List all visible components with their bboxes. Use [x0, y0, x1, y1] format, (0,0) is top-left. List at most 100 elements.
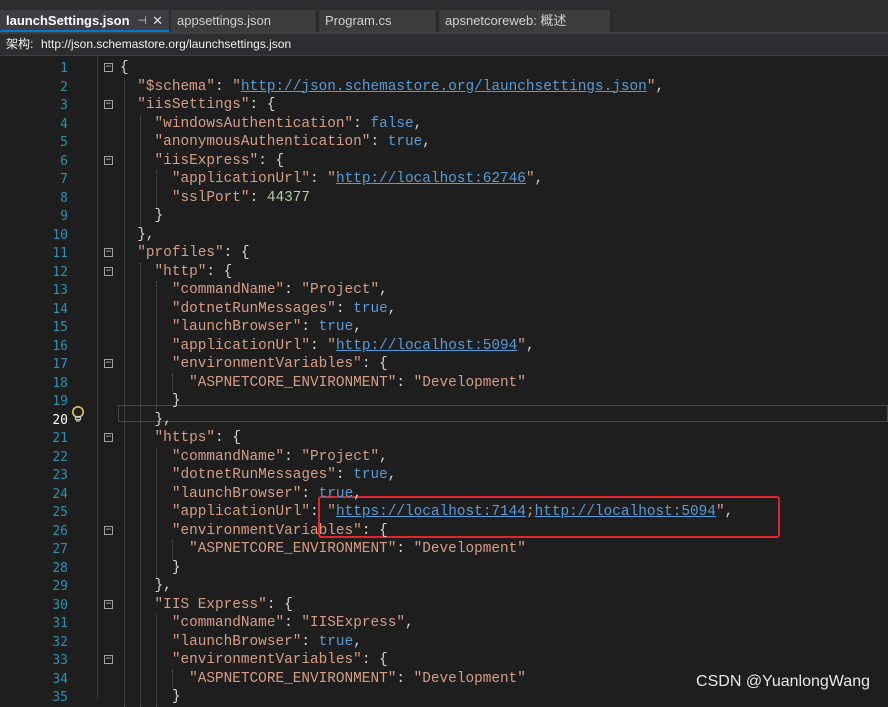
line-number: 16 — [52, 338, 68, 354]
code-line[interactable]: 32 "launchBrowser": true, — [0, 633, 888, 652]
line-number: 25 — [52, 505, 68, 520]
code-text: }, — [120, 226, 155, 243]
code-line[interactable]: 5 "anonymousAuthentication": true, — [0, 133, 888, 152]
line-number: 20 — [52, 412, 68, 428]
code-text: "$schema": "http://json.schemastore.org/… — [137, 78, 665, 95]
code-text: "profiles": { — [137, 245, 250, 261]
watermark: CSDN @YuanlongWang — [696, 673, 870, 690]
code-line[interactable]: 25 "applicationUrl": "https://localhost:… — [0, 503, 888, 522]
code-text: "windowsAuthentication": false, — [154, 115, 423, 132]
line-number: 10 — [52, 227, 68, 243]
code-text: } — [120, 689, 181, 705]
tab-label: appsettings.json — [177, 13, 271, 28]
fold-toggle-icon[interactable]: − — [104, 359, 113, 368]
fold-toggle-icon[interactable]: − — [104, 599, 113, 609]
code-line[interactable]: 18 "ASPNETCORE_ENVIRONMENT": "Developmen… — [0, 374, 888, 393]
code-line[interactable]: 1 −{ — [0, 59, 888, 78]
code-line[interactable]: 11 − "profiles": { — [0, 244, 888, 263]
code-text: "ASPNETCORE_ENVIRONMENT": "Development" — [189, 541, 526, 557]
line-number: 31 — [52, 616, 68, 631]
fold-toggle-icon[interactable]: − — [104, 63, 113, 72]
fold-toggle-icon[interactable]: − — [104, 100, 113, 109]
code-text: "commandName": "IISExpress", — [171, 615, 414, 631]
code-line[interactable]: 4 "windowsAuthentication": false, — [0, 115, 888, 134]
code-line[interactable]: 24 "launchBrowser": true, — [0, 485, 888, 504]
code-text: } — [120, 393, 181, 409]
tab-apsnetcoreweb-overview[interactable]: apsnetcoreweb: 概述 — [439, 10, 611, 32]
line-number: 26 — [52, 523, 68, 539]
line-number: 9 — [60, 209, 68, 224]
close-icon[interactable]: ✕ — [152, 10, 163, 30]
fold-toggle-icon[interactable]: − — [104, 155, 113, 165]
code-text: }, — [120, 411, 172, 428]
code-text: "environmentVariables": { — [171, 652, 388, 668]
code-text: "dotnetRunMessages": true, — [171, 300, 397, 317]
code-text: "iisExpress": { — [154, 152, 285, 169]
line-number: 11 — [52, 246, 68, 261]
line-number: 4 — [60, 116, 68, 132]
code-line[interactable]: 20 }, — [0, 411, 888, 430]
code-text: "https": { — [154, 430, 241, 446]
code-line[interactable]: 23 "dotnetRunMessages": true, — [0, 466, 888, 485]
fold-toggle-icon[interactable]: − — [104, 655, 113, 664]
line-number: 21 — [52, 431, 68, 446]
schema-value[interactable]: http://json.schemastore.org/launchsettin… — [41, 34, 291, 55]
code-line[interactable]: 9 } — [0, 207, 888, 226]
code-line[interactable]: 8 "sslPort": 44377 — [0, 189, 888, 208]
code-text: } — [120, 559, 181, 576]
tab-label: Program.cs — [325, 13, 392, 28]
code-line[interactable]: 17 − "environmentVariables": { — [0, 355, 888, 374]
tab-launchsettings[interactable]: launchSettings.json ⊣ ✕ — [0, 10, 169, 32]
code-text: }, — [120, 578, 172, 594]
code-text: "ASPNETCORE_ENVIRONMENT": "Development" — [189, 670, 526, 687]
code-line[interactable]: 14 "dotnetRunMessages": true, — [0, 300, 888, 319]
line-number: 2 — [60, 79, 68, 95]
code-text: "dotnetRunMessages": true, — [171, 467, 397, 483]
code-line[interactable]: 3 − "iisSettings": { — [0, 96, 888, 115]
pin-icon[interactable]: ⊣ — [137, 10, 147, 30]
code-line[interactable]: 26 − "environmentVariables": { — [0, 522, 888, 541]
tab-program[interactable]: Program.cs — [319, 10, 437, 32]
code-editor[interactable]: 1−{2 "$schema": "http://json.schemastore… — [0, 56, 888, 707]
line-number: 8 — [60, 190, 68, 206]
line-number: 34 — [52, 671, 68, 687]
code-line[interactable]: 28 } — [0, 559, 888, 578]
code-text: "anonymousAuthentication": true, — [154, 134, 431, 150]
code-line[interactable]: 6 − "iisExpress": { — [0, 152, 888, 171]
code-line[interactable]: 19 } — [0, 392, 888, 411]
line-number: 35 — [52, 690, 68, 705]
fold-toggle-icon[interactable]: − — [104, 248, 113, 257]
line-number: 30 — [52, 597, 68, 613]
code-line[interactable]: 22 "commandName": "Project", — [0, 448, 888, 467]
tab-appsettings[interactable]: appsettings.json — [171, 10, 317, 32]
code-line[interactable]: 31 "commandName": "IISExpress", — [0, 614, 888, 633]
line-number: 18 — [52, 375, 68, 391]
code-text: "iisSettings": { — [137, 97, 276, 113]
code-line[interactable]: 2 "$schema": "http://json.schemastore.or… — [0, 78, 888, 97]
code-text: "commandName": "Project", — [171, 448, 388, 465]
fold-toggle-icon[interactable]: − — [104, 433, 113, 442]
code-line[interactable]: 15 "launchBrowser": true, — [0, 318, 888, 337]
code-line[interactable]: 29 }, — [0, 577, 888, 596]
code-line[interactable]: 13 "commandName": "Project", — [0, 281, 888, 300]
tab-label: launchSettings.json — [6, 13, 130, 28]
code-line[interactable]: 30 − "IIS Express": { — [0, 596, 888, 615]
code-line[interactable]: 12 − "http": { — [0, 263, 888, 282]
line-number: 12 — [52, 264, 68, 280]
code-text: "ASPNETCORE_ENVIRONMENT": "Development" — [189, 374, 526, 391]
line-number: 32 — [52, 634, 68, 650]
code-line[interactable]: 21 − "https": { — [0, 429, 888, 448]
code-line[interactable]: 33 − "environmentVariables": { — [0, 651, 888, 670]
code-line[interactable]: 10 }, — [0, 226, 888, 245]
code-line[interactable]: 16 "applicationUrl": "http://localhost:5… — [0, 337, 888, 356]
line-number: 33 — [52, 653, 68, 668]
fold-toggle-icon[interactable]: − — [104, 266, 113, 276]
code-line[interactable]: 7 "applicationUrl": "http://localhost:62… — [0, 170, 888, 189]
fold-toggle-icon[interactable]: − — [104, 525, 113, 535]
code-text: "environmentVariables": { — [171, 522, 388, 539]
code-line[interactable]: 27 "ASPNETCORE_ENVIRONMENT": "Developmen… — [0, 540, 888, 559]
line-number: 1 — [60, 61, 68, 76]
code-text: "launchBrowser": true, — [171, 633, 362, 650]
line-number: 22 — [52, 449, 68, 465]
line-number: 23 — [52, 468, 68, 483]
